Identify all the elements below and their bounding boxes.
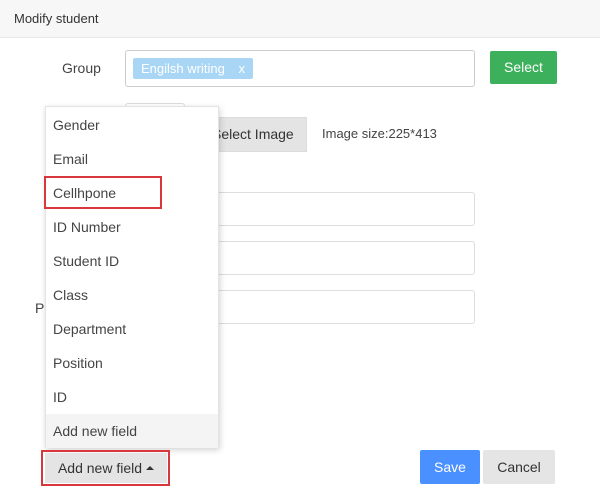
dropdown-item-email[interactable]: Email (46, 142, 218, 176)
dropdown-item-add-new-field[interactable]: Add new field (46, 414, 218, 448)
cancel-button[interactable]: Cancel (483, 450, 555, 484)
group-tag-label: Engilsh writing (141, 61, 225, 76)
caret-up-icon (146, 466, 155, 470)
dropdown-item-gender[interactable]: Gender (46, 108, 218, 142)
close-icon[interactable]: x (238, 61, 245, 76)
dialog-header: Modify student (0, 0, 600, 38)
partial-field-label: P (35, 300, 45, 316)
add-new-field-button[interactable]: Add new field (45, 453, 167, 483)
dropdown-item-class[interactable]: Class (46, 278, 218, 312)
dropdown-item-id[interactable]: ID (46, 380, 218, 414)
select-group-button[interactable]: Select (490, 51, 557, 84)
dialog-title: Modify student (14, 11, 99, 26)
group-label: Group (62, 60, 101, 76)
dropdown-item-id-number[interactable]: ID Number (46, 210, 218, 244)
dropdown-item-cellphone[interactable]: Cellhpone (46, 176, 218, 210)
dropdown-item-position[interactable]: Position (46, 346, 218, 380)
image-size-text: Image size:225*413 (322, 126, 437, 141)
dropdown-item-department[interactable]: Department (46, 312, 218, 346)
group-input[interactable]: Engilsh writing x (125, 50, 475, 87)
save-button[interactable]: Save (420, 450, 480, 484)
dropdown-item-student-id[interactable]: Student ID (46, 244, 218, 278)
add-field-dropdown-menu: Gender Email Cellhpone ID Number Student… (45, 106, 219, 448)
group-tag: Engilsh writing x (133, 58, 253, 79)
add-new-field-label: Add new field (57, 460, 143, 476)
